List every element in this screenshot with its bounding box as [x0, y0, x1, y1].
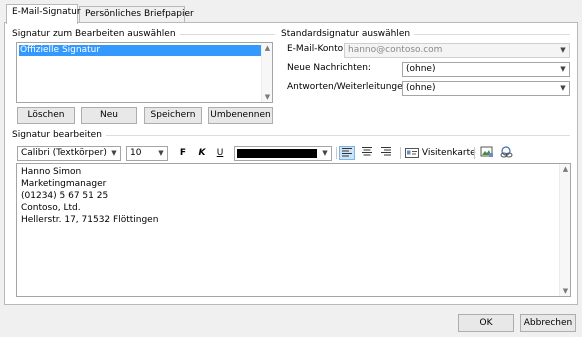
signature-line-phone: (01234) 5 67 51 25 [21, 191, 109, 201]
delete-button-label: Löschen [27, 110, 65, 120]
ok-button-label: OK [479, 318, 493, 328]
new-messages-label: Neue Nachrichten: [287, 63, 371, 73]
signature-line-address: Hellerstr. 17, 71532 Flöttingen [21, 215, 159, 225]
scroll-up-icon[interactable]: ▲ [262, 44, 273, 52]
rename-button[interactable]: Umbenennen [208, 107, 273, 124]
replies-forwards-dropdown[interactable]: (ohne) ▼ [402, 81, 570, 96]
email-account-dropdown[interactable]: hanno@contoso.com ▼ [344, 43, 570, 58]
font-family-value: Calibri (Textkörper) [21, 148, 107, 158]
chevron-down-icon: ▼ [158, 149, 164, 157]
edit-signature-group-label: Signatur bearbeiten [12, 130, 106, 140]
underline-button[interactable]: U [212, 146, 228, 160]
align-right-button[interactable] [378, 146, 394, 160]
font-family-dropdown[interactable]: Calibri (Textkörper) ▼ [17, 146, 121, 161]
picture-icon [480, 146, 493, 157]
insert-picture-button[interactable] [479, 146, 495, 160]
align-right-icon [381, 147, 391, 156]
email-account-value: hanno@contoso.com [348, 45, 443, 55]
bold-icon: F [179, 148, 187, 158]
business-card-label: Visitenkarte [421, 148, 476, 158]
insert-hyperlink-button[interactable] [498, 146, 514, 160]
tab-personal-stationery-label: Persönliches Briefpapier [85, 9, 194, 19]
chevron-down-icon: ▼ [322, 149, 328, 157]
bold-button[interactable]: F [175, 146, 191, 160]
new-messages-value: (ohne) [406, 64, 436, 74]
tab-email-signature[interactable]: E-Mail-Signatur [6, 4, 81, 24]
align-left-button[interactable] [339, 146, 355, 160]
business-card-icon [405, 147, 419, 158]
ok-button[interactable]: OK [458, 314, 514, 332]
list-item-label: Offizielle Signatur [20, 45, 101, 55]
align-left-icon [342, 148, 352, 157]
save-button[interactable]: Speichern [144, 107, 202, 124]
chevron-down-icon: ▼ [560, 84, 566, 92]
save-button-label: Speichern [150, 110, 196, 120]
font-size-value: 10 [130, 148, 142, 158]
cancel-button-label: Abbrechen [523, 318, 573, 328]
delete-button[interactable]: Löschen [17, 107, 75, 124]
signature-line-company: Contoso, Ltd. [21, 203, 81, 213]
new-button-label: Neu [100, 110, 118, 120]
scroll-down-icon[interactable]: ▼ [262, 93, 273, 101]
scroll-down-icon[interactable]: ▼ [560, 287, 571, 295]
chevron-down-icon: ▼ [560, 46, 566, 54]
group-divider [398, 34, 570, 35]
new-messages-dropdown[interactable]: (ohne) ▼ [402, 62, 570, 77]
select-signature-group-label: Signatur zum Bearbeiten auswählen [12, 29, 180, 39]
group-divider [95, 135, 570, 136]
rename-button-label: Umbenennen [210, 110, 271, 120]
editor-scrollbar[interactable]: ▲ ▼ [559, 164, 570, 296]
signature-line-name: Hanno Simon [21, 167, 82, 177]
signature-editor[interactable]: Hanno Simon Marketingmanager (01234) 5 6… [16, 163, 571, 297]
tab-email-signature-label: E-Mail-Signatur [12, 7, 81, 17]
align-center-icon [362, 147, 372, 156]
signature-listbox[interactable]: Offizielle Signatur ▲ ▼ [16, 42, 273, 103]
business-card-button[interactable]: Visitenkarte [405, 146, 476, 160]
listbox-scrollbar[interactable]: ▲ ▼ [261, 43, 272, 102]
toolbar-separator [400, 147, 401, 159]
new-button[interactable]: Neu [81, 107, 137, 124]
align-center-button[interactable] [359, 146, 375, 160]
italic-button[interactable]: K [194, 146, 210, 160]
italic-icon: K [198, 148, 206, 158]
chevron-down-icon: ▼ [111, 149, 117, 157]
list-item[interactable]: Offizielle Signatur [19, 45, 261, 56]
font-color-dropdown[interactable]: ▼ [234, 146, 332, 161]
scroll-up-icon[interactable]: ▲ [560, 165, 571, 173]
chevron-down-icon: ▼ [560, 65, 566, 73]
toolbar-separator [336, 147, 337, 159]
toolbar-separator [474, 147, 475, 159]
hyperlink-icon [500, 146, 513, 158]
font-color-swatch [237, 149, 317, 158]
cancel-button[interactable]: Abbrechen [520, 314, 576, 332]
email-account-label: E-Mail-Konto: [287, 44, 347, 54]
tab-personal-stationery[interactable]: Persönliches Briefpapier [79, 6, 194, 23]
signature-line-title: Marketingmanager [21, 179, 107, 189]
default-signature-group-label: Standardsignatur auswählen [281, 29, 415, 39]
underline-icon: U [216, 148, 224, 158]
replies-forwards-value: (ohne) [406, 83, 436, 93]
font-size-dropdown[interactable]: 10 ▼ [126, 146, 168, 161]
replies-forwards-label: Antworten/Weiterleitungen: [287, 82, 412, 92]
